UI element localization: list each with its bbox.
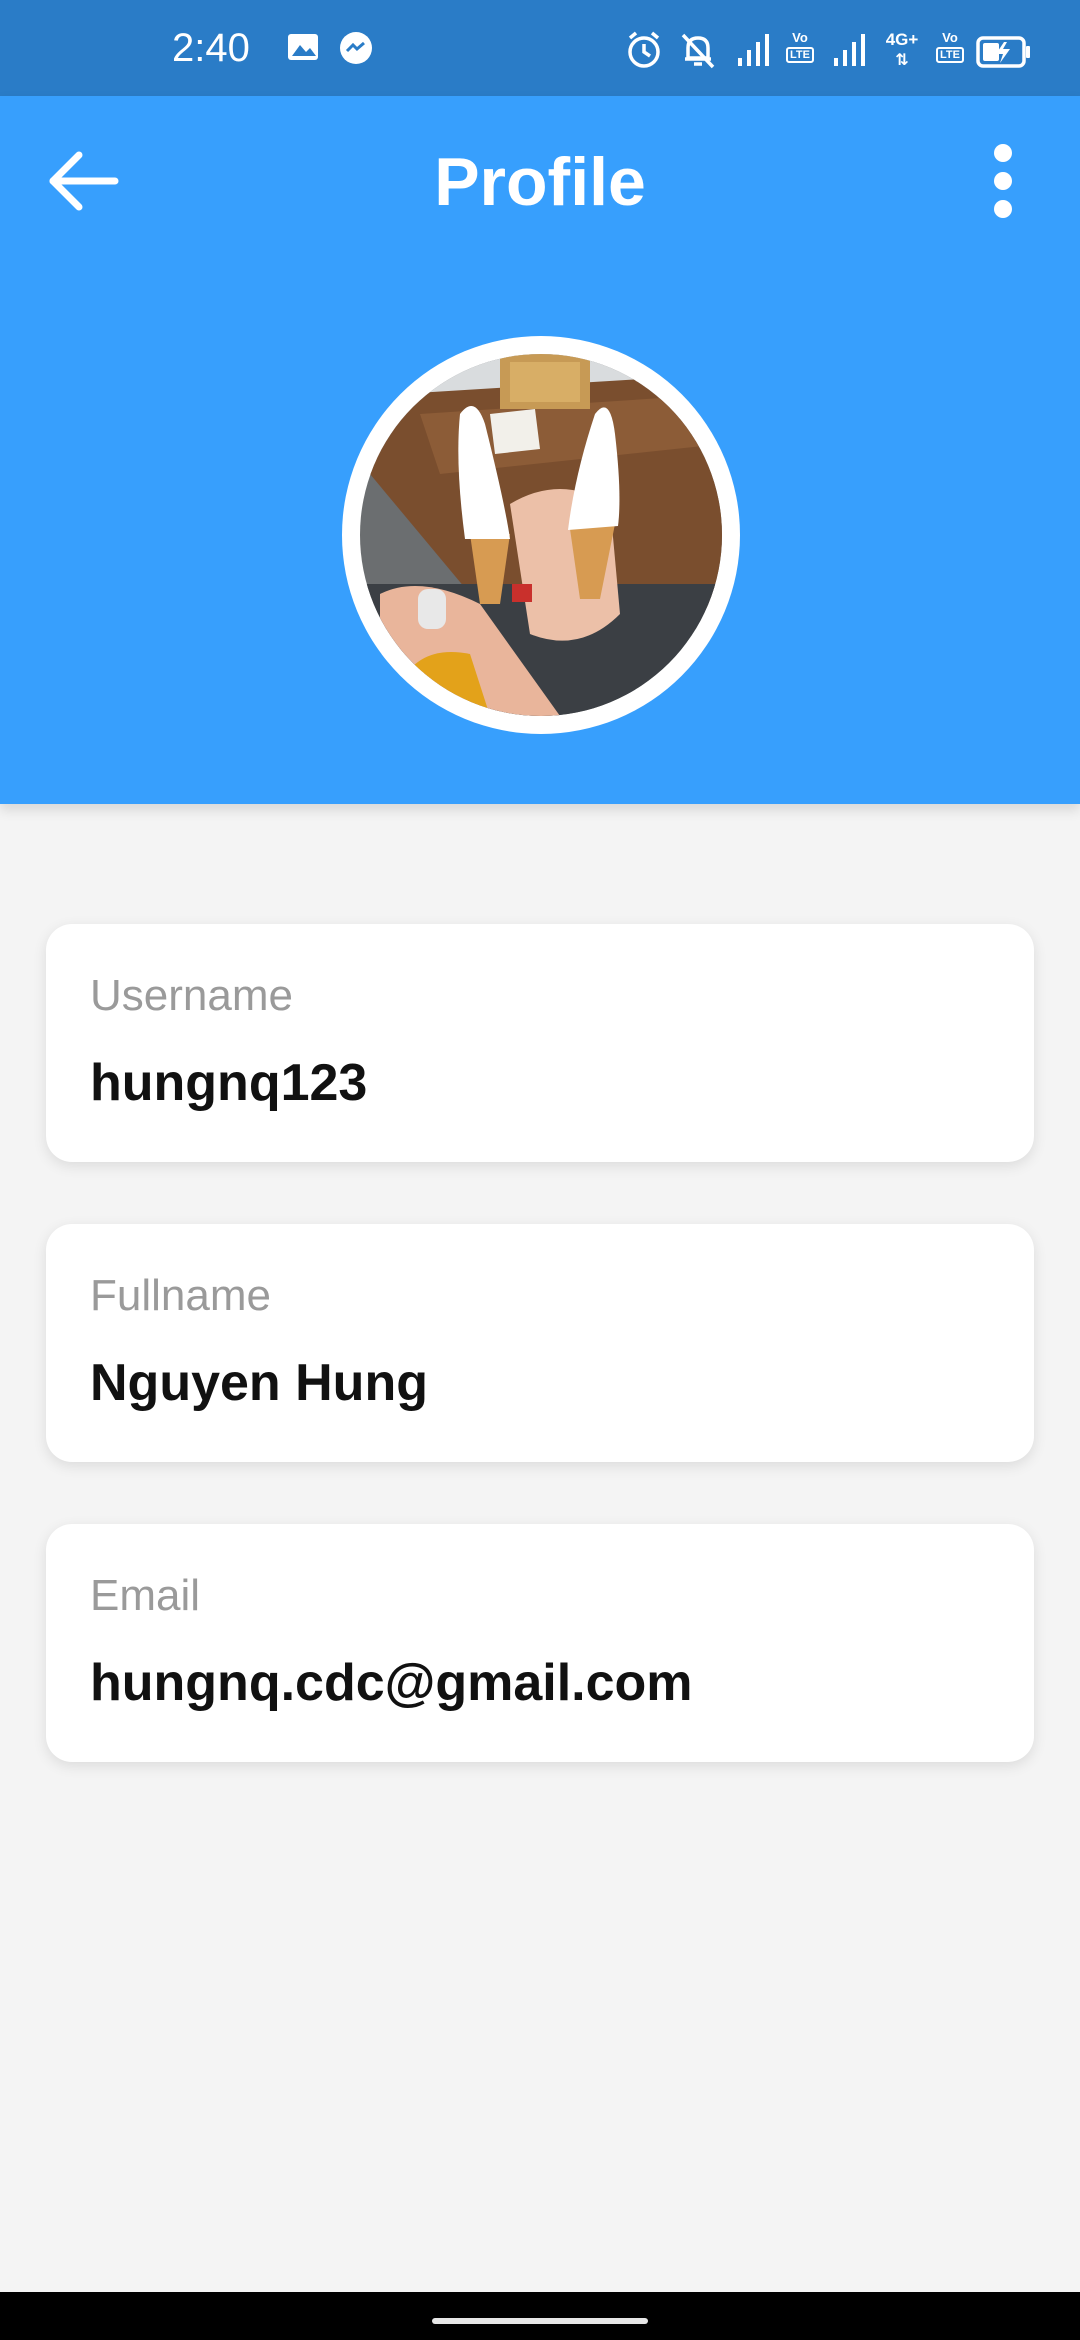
page-title: Profile xyxy=(434,144,646,220)
avatar[interactable] xyxy=(360,354,722,716)
email-label: Email xyxy=(90,1571,201,1620)
avatar-frame xyxy=(342,336,740,734)
signal-icon xyxy=(834,34,865,66)
volte-icon: Vo LTE xyxy=(932,30,968,70)
email-value: hungnq.cdc@gmail.com xyxy=(90,1654,693,1712)
fullname-value: Nguyen Hung xyxy=(90,1354,428,1412)
volte-label: Vo xyxy=(942,30,958,45)
bell-off-icon xyxy=(681,33,715,69)
alarm-icon xyxy=(628,31,660,68)
profile-photo xyxy=(360,354,722,716)
volte-label: Vo xyxy=(792,30,808,45)
volte-icon: Vo LTE xyxy=(782,30,818,70)
username-card: Username hungnq123 xyxy=(46,924,1034,1162)
status-bar: 2:40 Vo LTE 4G+ ⇅ Vo LTE xyxy=(0,0,1080,96)
messenger-icon xyxy=(340,32,372,64)
home-indicator[interactable] xyxy=(432,2318,648,2324)
4g-icon: 4G+ ⇅ xyxy=(885,30,919,69)
email-card: Email hungnq.cdc@gmail.com xyxy=(46,1524,1034,1762)
status-time: 2:40 xyxy=(172,26,250,70)
system-nav-bar xyxy=(0,2292,1080,2340)
lte-label: LTE xyxy=(786,47,814,63)
profile-header: Profile xyxy=(0,96,1080,804)
more-options-button[interactable] xyxy=(968,136,1038,226)
battery-charging-icon xyxy=(976,36,1030,68)
more-vert-icon xyxy=(994,144,1012,218)
signal-icon xyxy=(738,34,769,66)
network-label: 4G+ xyxy=(885,30,919,49)
username-value: hungnq123 xyxy=(90,1054,368,1112)
username-label: Username xyxy=(90,971,293,1020)
fullname-card: Fullname Nguyen Hung xyxy=(46,1224,1034,1462)
lte-label: LTE xyxy=(936,47,964,63)
fullname-label: Fullname xyxy=(90,1271,271,1320)
image-icon xyxy=(288,34,318,60)
